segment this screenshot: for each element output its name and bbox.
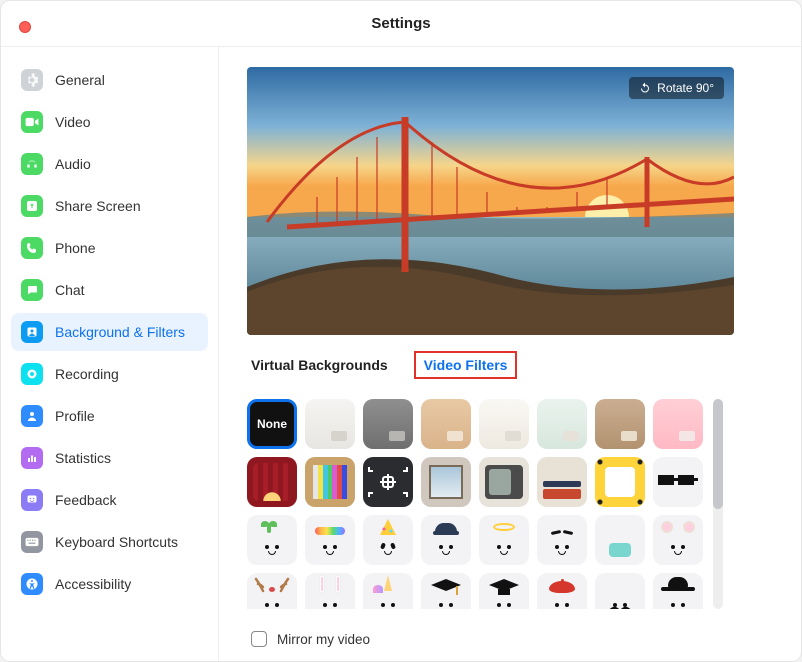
tab-video-filters[interactable]: Video Filters	[414, 351, 518, 379]
share-screen-icon	[21, 195, 43, 217]
sidebar-item-share-screen[interactable]: Share Screen	[11, 187, 208, 225]
keyboard-icon	[21, 531, 43, 553]
sidebar-item-video[interactable]: Video	[11, 103, 208, 141]
filter-face-mask[interactable]	[595, 515, 645, 565]
filter-room-tan[interactable]	[421, 399, 471, 449]
mirror-label: Mirror my video	[277, 632, 370, 647]
sidebar-item-label: Keyboard Shortcuts	[55, 534, 178, 550]
sidebar-item-label: Accessibility	[55, 576, 131, 592]
settings-window: Settings General Video Audio	[0, 0, 802, 662]
sidebar: General Video Audio Share Screen	[1, 47, 219, 661]
filter-window-frame[interactable]	[421, 457, 471, 507]
filter-sprout[interactable]	[247, 515, 297, 565]
filter-camera-frame[interactable]	[363, 457, 413, 507]
audio-icon	[21, 153, 43, 175]
rotate-label: Rotate 90°	[657, 81, 714, 95]
filter-room-light[interactable]	[305, 399, 355, 449]
sidebar-item-statistics[interactable]: Statistics	[11, 439, 208, 477]
close-button[interactable]	[19, 21, 31, 33]
tabs: Virtual Backgrounds Video Filters	[247, 347, 773, 387]
sidebar-item-label: Profile	[55, 408, 95, 424]
filter-cap[interactable]	[421, 515, 471, 565]
filter-mustache[interactable]	[595, 573, 645, 609]
filter-grad-cap-2[interactable]	[479, 573, 529, 609]
sidebar-item-label: Feedback	[55, 492, 116, 508]
sidebar-item-accessibility[interactable]: Accessibility	[11, 565, 208, 603]
main-panel: Rotate 90° Virtual Backgrounds Video Fil…	[219, 47, 801, 661]
window-body: General Video Audio Share Screen	[1, 47, 801, 661]
sidebar-item-background-filters[interactable]: Background & Filters	[11, 313, 208, 351]
filter-room-mint[interactable]	[537, 399, 587, 449]
gear-icon	[21, 69, 43, 91]
sidebar-item-keyboard-shortcuts[interactable]: Keyboard Shortcuts	[11, 523, 208, 561]
video-preview: Rotate 90°	[247, 67, 734, 335]
sidebar-item-recording[interactable]: Recording	[11, 355, 208, 393]
sidebar-item-general[interactable]: General	[11, 61, 208, 99]
sidebar-item-label: Background & Filters	[55, 324, 185, 340]
filter-pixel-glasses[interactable]	[653, 457, 703, 507]
sidebar-item-label: Share Screen	[55, 198, 141, 214]
record-icon	[21, 363, 43, 385]
sidebar-item-audio[interactable]: Audio	[11, 145, 208, 183]
sidebar-item-label: Video	[55, 114, 91, 130]
stats-icon	[21, 447, 43, 469]
sidebar-item-label: Phone	[55, 240, 95, 256]
window-title: Settings	[371, 15, 430, 32]
rotate-icon	[639, 82, 651, 94]
filter-unicorn[interactable]	[363, 573, 413, 609]
phone-icon	[21, 237, 43, 259]
footer: Mirror my video	[247, 621, 773, 651]
filter-crt-tv[interactable]	[479, 457, 529, 507]
filter-room-white[interactable]	[479, 399, 529, 449]
filter-none[interactable]: None	[247, 399, 297, 449]
filters-grid: None	[247, 399, 703, 609]
filter-antlers[interactable]	[247, 573, 297, 609]
filter-news-frame[interactable]	[537, 457, 587, 507]
filter-theater[interactable]	[247, 457, 297, 507]
sidebar-item-chat[interactable]: Chat	[11, 271, 208, 309]
profile-icon	[21, 405, 43, 427]
titlebar: Settings	[1, 1, 801, 47]
preview-image-golden-gate	[247, 67, 734, 335]
filter-party-hat[interactable]	[363, 515, 413, 565]
filter-emoji-frame[interactable]	[595, 457, 645, 507]
filters-grid-wrap: None	[247, 399, 773, 609]
sidebar-item-profile[interactable]: Profile	[11, 397, 208, 435]
sidebar-item-label: Audio	[55, 156, 91, 172]
sidebar-item-label: General	[55, 72, 105, 88]
sidebar-item-label: Recording	[55, 366, 119, 382]
filter-bunny-ears[interactable]	[305, 573, 355, 609]
feedback-icon	[21, 489, 43, 511]
bgfilters-icon	[21, 321, 43, 343]
filter-room-gray[interactable]	[363, 399, 413, 449]
video-icon	[21, 111, 43, 133]
filter-grad-cap[interactable]	[421, 573, 471, 609]
filter-black-hat[interactable]	[653, 573, 703, 609]
filter-halo[interactable]	[479, 515, 529, 565]
chat-icon	[21, 279, 43, 301]
filter-room-brown[interactable]	[595, 399, 645, 449]
sidebar-item-feedback[interactable]: Feedback	[11, 481, 208, 519]
sidebar-item-label: Statistics	[55, 450, 111, 466]
scrollbar-thumb[interactable]	[713, 399, 723, 509]
accessibility-icon	[21, 573, 43, 595]
filter-retro-tv-bars[interactable]	[305, 457, 355, 507]
filter-room-pink[interactable]	[653, 399, 703, 449]
filter-eyebrows[interactable]	[537, 515, 587, 565]
tab-virtual-backgrounds[interactable]: Virtual Backgrounds	[247, 353, 392, 377]
sidebar-item-label: Chat	[55, 282, 85, 298]
sidebar-item-phone[interactable]: Phone	[11, 229, 208, 267]
mirror-checkbox[interactable]	[251, 631, 267, 647]
filter-bear-ears[interactable]	[653, 515, 703, 565]
rotate-button[interactable]: Rotate 90°	[629, 77, 724, 99]
filter-beret[interactable]	[537, 573, 587, 609]
filter-rainbow[interactable]	[305, 515, 355, 565]
filters-scrollbar[interactable]	[713, 399, 723, 609]
